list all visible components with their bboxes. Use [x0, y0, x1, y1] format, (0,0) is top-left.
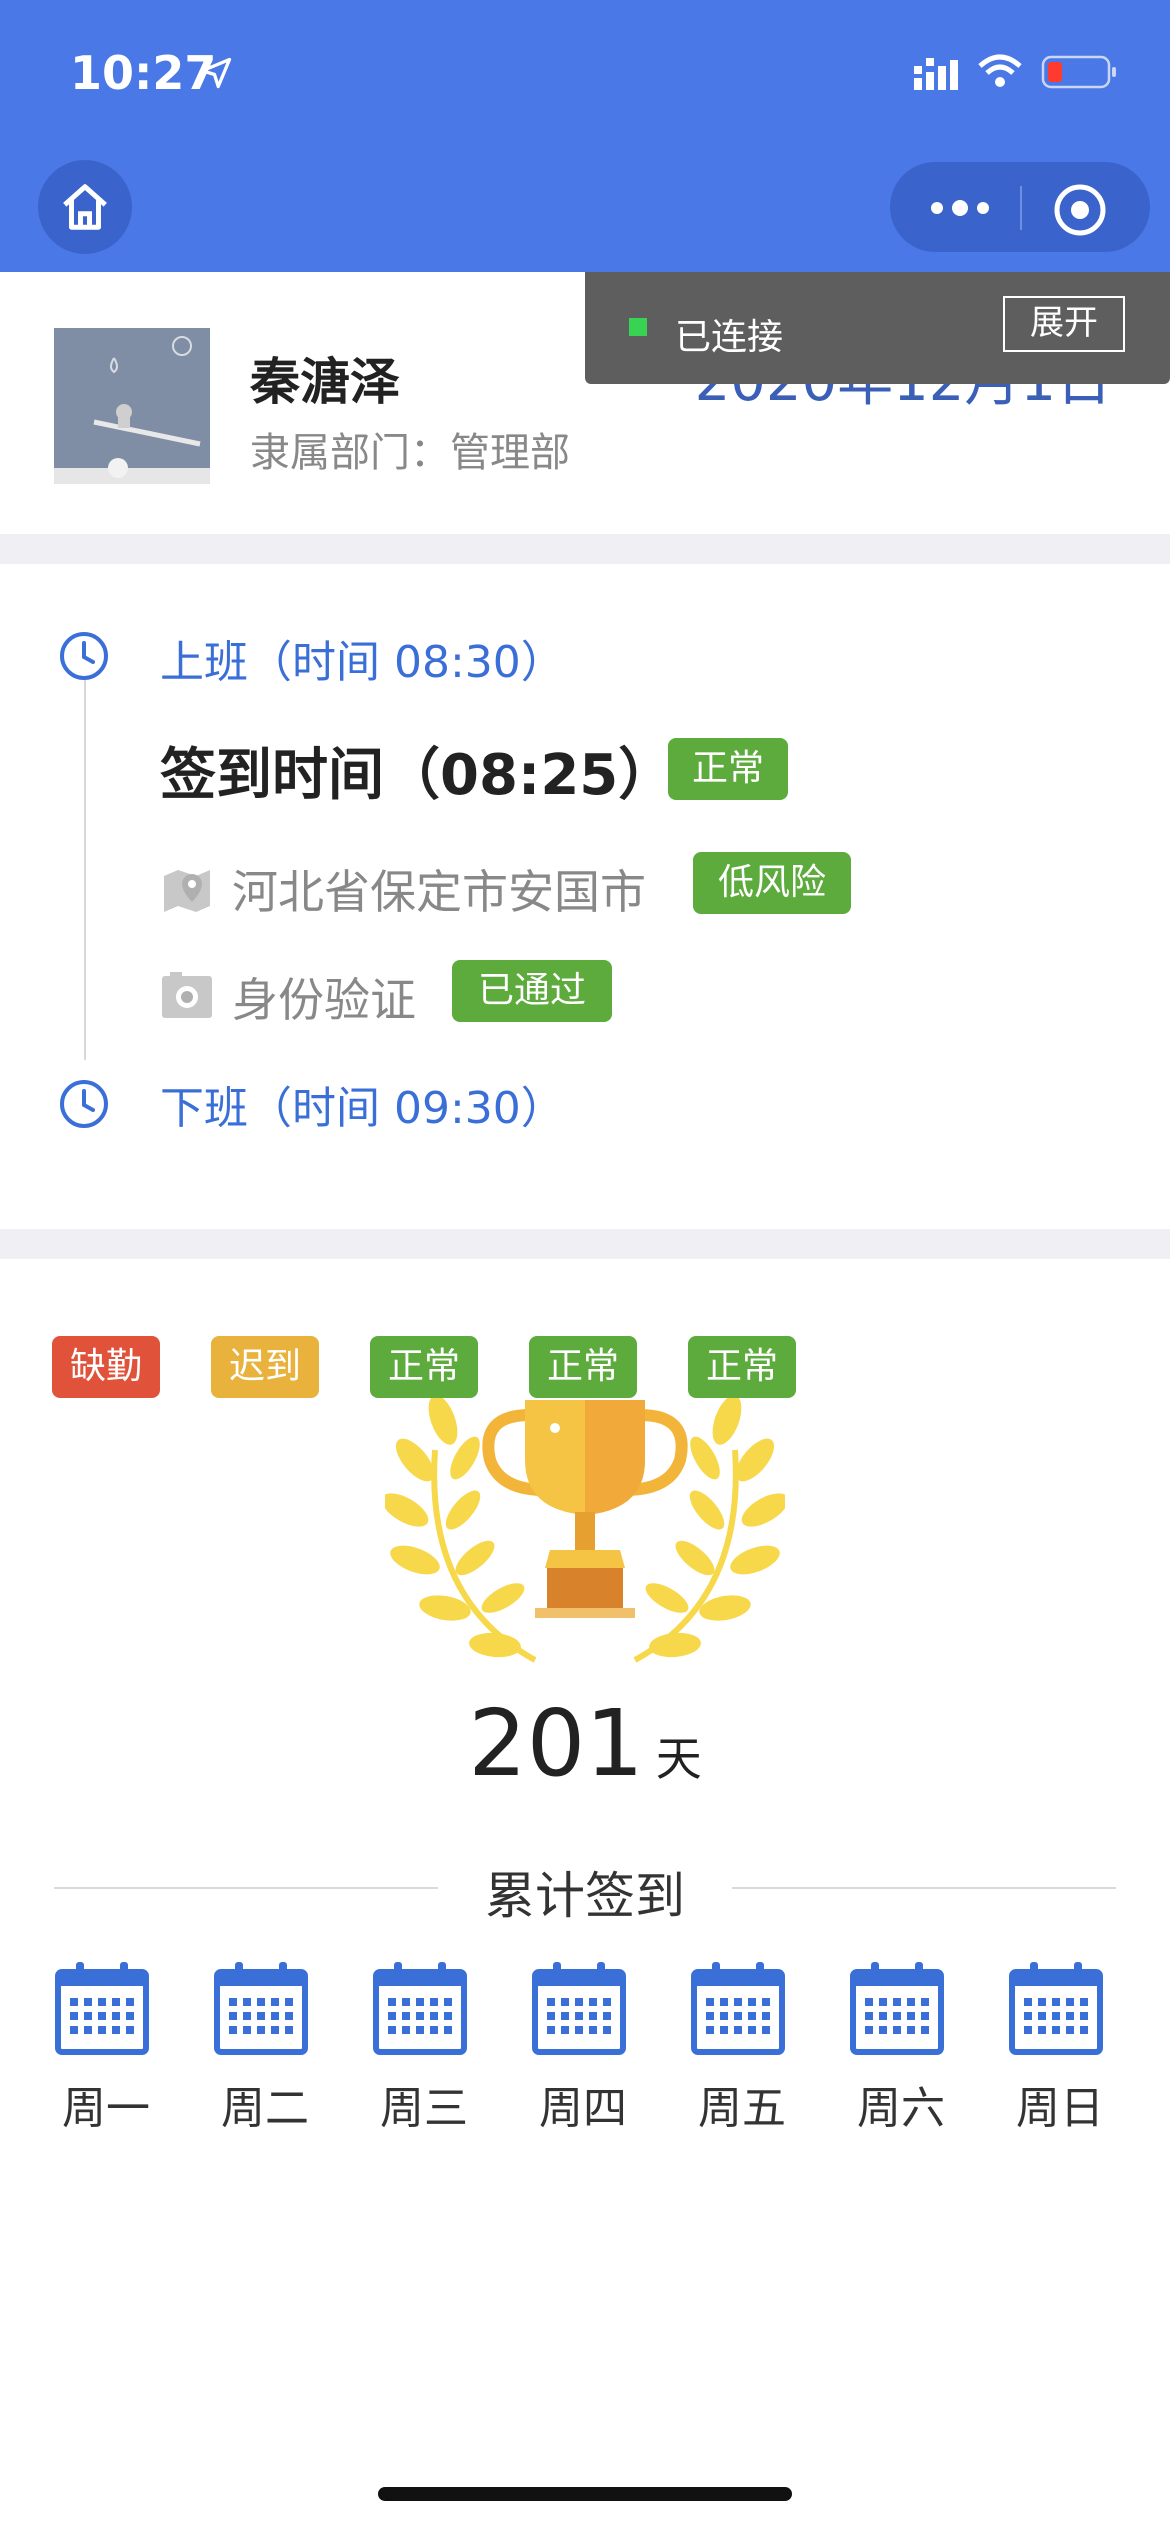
avatar[interactable] — [54, 328, 210, 484]
identity-verification-label: 身份验证 — [232, 973, 416, 1027]
summary-label: 累计签到 — [485, 1867, 685, 1925]
calendar-icon — [55, 1962, 149, 2055]
weekday-label: 周六 — [857, 2083, 945, 2134]
section-gap — [0, 534, 1170, 564]
connection-banner: 已连接 展开 — [585, 272, 1170, 384]
user-name: 秦溏泽 — [250, 353, 400, 411]
weekday-item[interactable]: 周日 — [1008, 1960, 1112, 2136]
expand-button[interactable]: 展开 — [1003, 296, 1125, 352]
count-number: 201 — [468, 1690, 644, 1797]
summary-divider: 累计签到 — [54, 1852, 1116, 1925]
count-unit: 天 — [655, 1732, 702, 1786]
status-icons — [914, 54, 1116, 90]
section-gap — [0, 1229, 1170, 1259]
mini-program-capsule — [890, 162, 1150, 252]
sign-in-status-badge: 正常 — [668, 738, 788, 800]
close-button[interactable] — [1052, 182, 1108, 238]
sign-in-time: 签到时间（08:25） — [160, 743, 675, 808]
app-header: 10:27 — [0, 0, 1170, 272]
battery-icon — [1041, 55, 1116, 89]
weekday-item[interactable]: 周四 — [531, 1960, 635, 2136]
weekday-item[interactable]: 周三 — [372, 1960, 476, 2136]
home-indicator[interactable] — [378, 2487, 792, 2501]
map-icon — [164, 870, 210, 912]
weekday-label: 周三 — [380, 2083, 468, 2134]
calendar-icon — [373, 1962, 467, 2055]
calendar-icon — [1009, 1962, 1103, 2055]
camera-icon — [162, 972, 212, 1018]
weekday-item[interactable]: 周一 — [54, 1960, 158, 2136]
clock-icon — [60, 632, 108, 680]
wifi-icon — [978, 54, 1022, 87]
off-duty-label: 下班（时间 09:30） — [160, 1083, 565, 1134]
attendance-summary: 201 天 累计签到 周一 周二 周三 周四 周五 周六 周日 — [0, 1260, 1170, 2532]
weekday-status-badge: 正常 — [529, 1336, 637, 1398]
home-button[interactable] — [38, 160, 132, 254]
capsule-divider — [1020, 186, 1022, 230]
calendar-icon — [532, 1962, 626, 2055]
location-text: 河北省保定市安国市 — [232, 865, 646, 919]
target-circle-icon — [1054, 184, 1106, 236]
weekday-label: 周五 — [698, 2083, 786, 2134]
weekday-status-badge: 迟到 — [211, 1336, 319, 1398]
on-duty-label: 上班（时间 08:30） — [160, 637, 565, 688]
status-time: 10:27 — [70, 46, 217, 100]
calendar-icon — [691, 1962, 785, 2055]
department-label: 隶属部门：管理部 — [250, 430, 570, 476]
weekday-item[interactable]: 周二 — [213, 1960, 317, 2136]
clock-icon — [60, 1080, 108, 1128]
weekday-label: 周四 — [539, 2083, 627, 2134]
more-button[interactable] — [918, 186, 1002, 230]
weekday-label: 周日 — [1016, 2083, 1104, 2134]
weekday-label: 周二 — [221, 2083, 309, 2134]
connection-status-label: 已连接 — [675, 317, 784, 358]
weekday-status-badge: 缺勤 — [52, 1336, 160, 1398]
home-icon — [63, 184, 107, 230]
weekday-status-badge: 正常 — [370, 1336, 478, 1398]
location-arrow-icon — [200, 57, 232, 89]
weekday-label: 周一 — [62, 2083, 150, 2134]
calendar-icon — [850, 1962, 944, 2055]
attendance-timeline: 上班（时间 08:30） 签到时间（08:25） 正常 河北省保定市安国市 低风… — [0, 564, 1170, 1229]
identity-status-badge: 已通过 — [452, 960, 612, 1022]
risk-level-badge: 低风险 — [693, 852, 851, 914]
weekday-item[interactable]: 周五 — [690, 1960, 794, 2136]
profile-card: 秦溏泽 隶属部门：管理部 2020年12月1日 已连接 展开 — [0, 272, 1170, 534]
total-sign-in-count: 201 天 — [0, 1690, 1170, 1797]
connection-status-dot — [629, 318, 647, 336]
weekday-item[interactable]: 周六 — [849, 1960, 953, 2136]
timeline-line — [84, 680, 86, 1060]
more-dots-icon — [931, 200, 989, 216]
week-days: 周一 周二 周三 周四 周五 周六 周日 — [54, 1960, 1116, 2160]
signal-icon — [914, 58, 958, 90]
calendar-icon — [214, 1962, 308, 2055]
avatar-image — [54, 328, 210, 484]
weekday-status-badge: 正常 — [688, 1336, 796, 1398]
